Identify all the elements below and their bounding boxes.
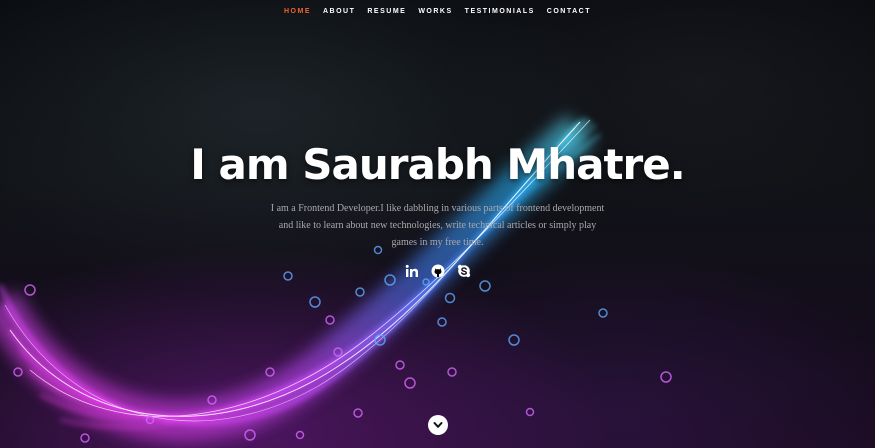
github-icon[interactable] xyxy=(430,263,446,279)
hero-headline: I am Saurabh Mhatre. xyxy=(190,140,685,189)
skype-icon[interactable] xyxy=(456,263,472,279)
scroll-down-button[interactable] xyxy=(428,415,448,435)
main-nav: HOME ABOUT RESUME WORKS TESTIMONIALS CON… xyxy=(0,0,875,22)
chevron-down-icon xyxy=(433,422,443,428)
hero-section: HOME ABOUT RESUME WORKS TESTIMONIALS CON… xyxy=(0,0,875,448)
nav-item-resume[interactable]: RESUME xyxy=(367,8,406,15)
nav-item-testimonials[interactable]: TESTIMONIALS xyxy=(465,8,535,15)
social-links xyxy=(0,263,875,279)
hero-intro-text: I am a Frontend Developer.I like dabblin… xyxy=(270,203,605,248)
nav-item-contact[interactable]: CONTACT xyxy=(547,8,591,15)
nav-item-works[interactable]: WORKS xyxy=(418,8,452,15)
linkedin-icon[interactable] xyxy=(404,263,420,279)
nav-item-home[interactable]: HOME xyxy=(284,8,311,15)
nav-item-about[interactable]: ABOUT xyxy=(323,8,355,15)
